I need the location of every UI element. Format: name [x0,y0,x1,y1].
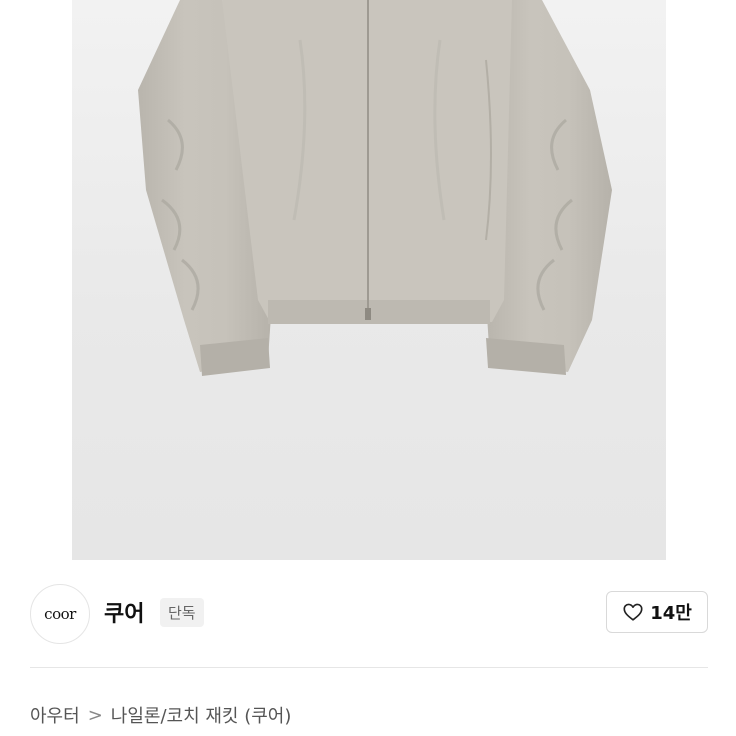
like-button[interactable]: 14만 [606,591,708,633]
divider [30,667,708,668]
product-image-area [0,0,736,560]
breadcrumb-category[interactable]: 아우터 [30,702,80,728]
heart-outline-icon [623,603,643,621]
chevron-right-icon: > [87,704,103,726]
brand-row: coor 쿠어 단독 14만 [0,560,736,668]
like-count: 14만 [650,603,692,624]
brand-name[interactable]: 쿠어 [104,596,144,628]
brand-logo[interactable]: coor [30,584,90,644]
breadcrumb-subcategory[interactable]: 나일론/코치 재킷 (쿠어) [111,702,292,728]
product-photo[interactable] [72,0,666,560]
breadcrumb: 아우터 > 나일론/코치 재킷 (쿠어) [30,700,291,730]
brand-logo-text: coor [44,605,76,623]
jacket-illustration [138,0,612,376]
exclusive-badge: 단독 [160,598,204,627]
